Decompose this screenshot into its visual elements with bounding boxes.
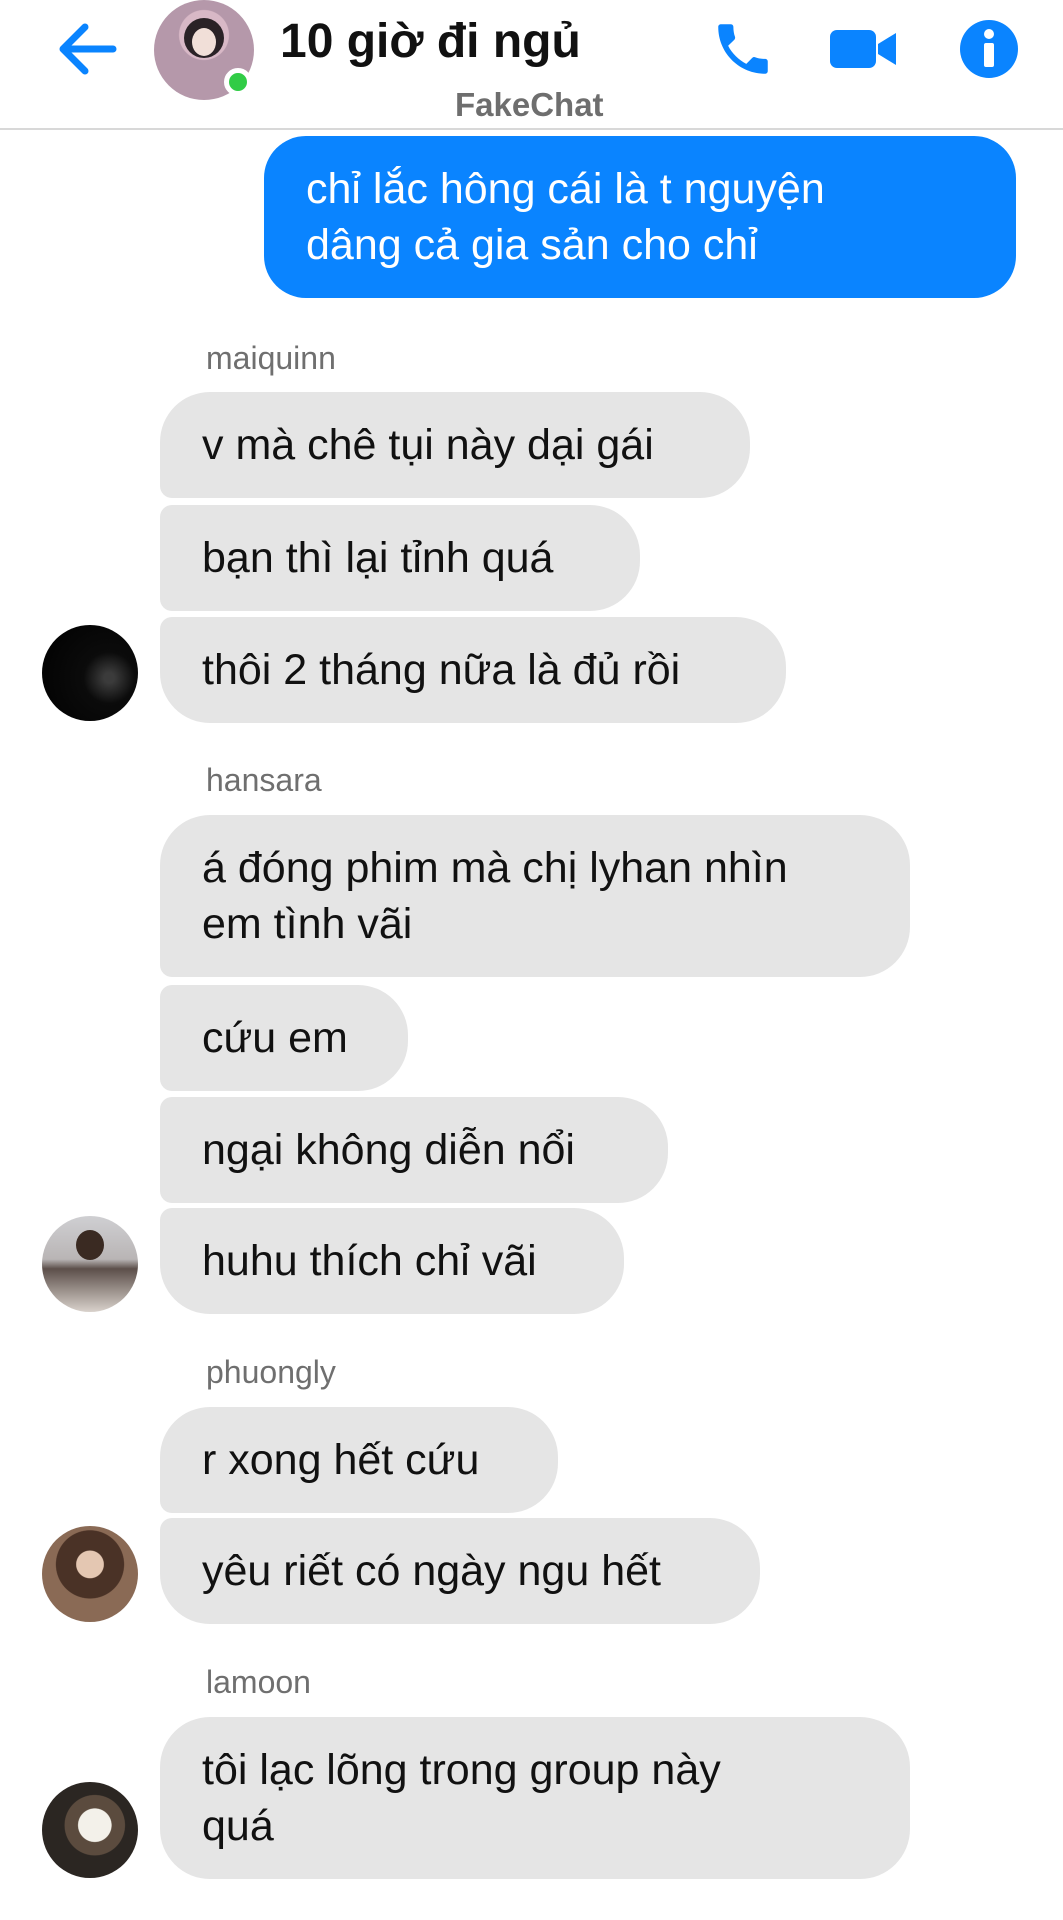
message-text: ngại không diễn nổi	[202, 1126, 575, 1174]
sender-name: phuongly	[206, 1354, 336, 1390]
message-text: thôi 2 tháng nữa là đủ rồi	[202, 646, 681, 694]
sender-name: lamoon	[206, 1664, 311, 1700]
message-text: cứu em	[202, 1014, 348, 1062]
avatar[interactable]	[42, 625, 138, 721]
sender-name: hansara	[206, 762, 322, 798]
online-status-dot	[224, 68, 252, 96]
incoming-message[interactable]: bạn thì lại tỉnh quá	[160, 505, 640, 611]
avatar[interactable]	[42, 1216, 138, 1312]
incoming-message[interactable]: huhu thích chỉ vãi	[160, 1208, 624, 1314]
chat-header: 10 giờ đi ngủ FakeChat	[0, 0, 1063, 130]
video-call-button[interactable]	[826, 12, 900, 86]
message-text: huhu thích chỉ vãi	[202, 1237, 537, 1285]
message-text-line: dâng cả gia sản cho chỉ	[306, 221, 758, 269]
conversation-title[interactable]: 10 giờ đi ngủ	[280, 14, 581, 69]
info-icon	[960, 20, 1018, 78]
incoming-message[interactable]: tôi lạc lõng trong group này quá	[160, 1717, 910, 1879]
video-camera-icon	[830, 30, 896, 68]
message-text: v mà chê tụi này dại gái	[202, 421, 654, 469]
message-text-line: em tình vãi	[202, 900, 413, 948]
incoming-message[interactable]: r xong hết cứu	[160, 1407, 558, 1513]
back-button[interactable]	[52, 14, 122, 84]
avatar[interactable]	[42, 1782, 138, 1878]
call-button[interactable]	[706, 12, 780, 86]
message-text: r xong hết cứu	[202, 1436, 480, 1484]
avatar[interactable]	[42, 1526, 138, 1622]
phone-icon	[718, 24, 768, 74]
sender-name: maiquinn	[206, 340, 336, 376]
outgoing-message[interactable]: chỉ lắc hông cái là t nguyện dâng cả gia…	[264, 136, 1016, 298]
incoming-message[interactable]: v mà chê tụi này dại gái	[160, 392, 750, 498]
incoming-message[interactable]: á đóng phim mà chị lyhan nhìn em tình vã…	[160, 815, 910, 977]
incoming-message[interactable]: cứu em	[160, 985, 408, 1091]
message-text: yêu riết có ngày ngu hết	[202, 1547, 661, 1595]
message-text-line: á đóng phim mà chị lyhan nhìn	[202, 844, 788, 892]
arrow-left-icon	[59, 23, 117, 75]
message-text-line: chỉ lắc hông cái là t nguyện	[306, 165, 825, 213]
incoming-message[interactable]: ngại không diễn nổi	[160, 1097, 668, 1203]
incoming-message[interactable]: thôi 2 tháng nữa là đủ rồi	[160, 617, 786, 723]
message-text: bạn thì lại tỉnh quá	[202, 534, 554, 582]
message-text-line: quá	[202, 1802, 274, 1850]
group-avatar[interactable]	[154, 0, 254, 100]
message-text-line: tôi lạc lõng trong group này	[202, 1746, 721, 1794]
watermark-label: FakeChat	[455, 86, 604, 123]
info-button[interactable]	[952, 12, 1026, 86]
incoming-message[interactable]: yêu riết có ngày ngu hết	[160, 1518, 760, 1624]
